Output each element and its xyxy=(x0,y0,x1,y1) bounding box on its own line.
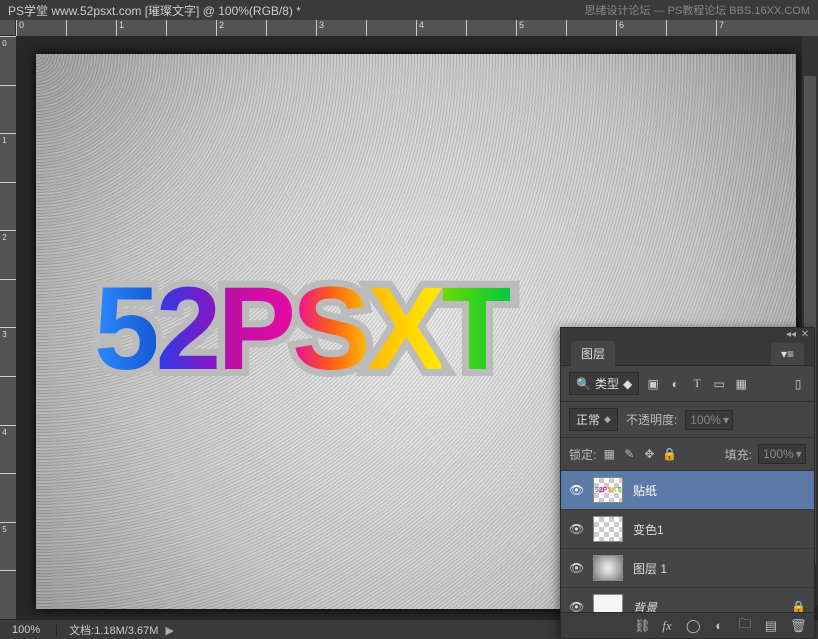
filter-type-label: 类型 xyxy=(595,375,619,392)
document-info[interactable]: 文档:1.18M/3.67M ▶ xyxy=(57,622,186,638)
layer-row[interactable]: 👁 图层 1 xyxy=(561,549,814,588)
panel-tab-row: 图层 ▾≡ xyxy=(561,342,814,366)
search-icon: 🔍 xyxy=(576,377,591,391)
ruler-vertical[interactable]: 0 1 2 3 4 5 xyxy=(0,36,16,619)
eye-icon[interactable]: 👁 xyxy=(569,483,583,497)
filter-smart-icon[interactable]: ▦ xyxy=(733,376,749,392)
layer-list: 👁 52PSXT 贴纸 👁 变色1 👁 图层 1 👁 背景 🔒 xyxy=(561,471,814,627)
filter-type-icon[interactable]: T xyxy=(689,376,705,392)
layer-thumbnail[interactable] xyxy=(593,555,623,581)
fill-label: 填充: xyxy=(725,446,752,463)
chevron-right-icon: ▶ xyxy=(165,625,173,637)
layer-thumbnail[interactable]: 52PSXT xyxy=(593,477,623,503)
fill-input[interactable]: 100%▾ xyxy=(758,444,806,464)
layer-filter-row: 🔍 类型 ◆ ▣ ◐ T ▭ ▦ ▯ xyxy=(561,366,814,402)
layer-row[interactable]: 👁 52PSXT 贴纸 xyxy=(561,471,814,510)
ruler-origin[interactable] xyxy=(0,20,16,36)
mask-icon[interactable]: ◯ xyxy=(686,618,700,634)
blend-row: 正常 ◆ 不透明度: 100%▾ xyxy=(561,402,814,438)
lock-row: 锁定: ▦ ✎ ✥ 🔒 填充: 100%▾ xyxy=(561,438,814,471)
filter-adjust-icon[interactable]: ◐ xyxy=(667,376,683,392)
panel-header-controls: ◂◂ ✕ xyxy=(561,328,814,342)
panel-collapse-icon[interactable]: ◂◂ xyxy=(786,330,796,340)
opacity-input[interactable]: 100%▾ xyxy=(685,410,733,430)
blend-mode-select[interactable]: 正常 ◆ xyxy=(569,408,618,431)
lock-label: 锁定: xyxy=(569,446,596,463)
chevron-down-icon: ◆ xyxy=(604,414,611,425)
layer-name[interactable]: 贴纸 xyxy=(633,482,657,499)
group-icon[interactable]: 🗀 xyxy=(738,615,752,637)
zoom-level[interactable]: 100% xyxy=(0,624,57,636)
lock-image-icon[interactable]: ✎ xyxy=(622,447,636,461)
chevron-down-icon: ◆ xyxy=(623,377,632,391)
panel-close-icon[interactable]: ✕ xyxy=(800,330,810,340)
layer-name[interactable]: 变色1 xyxy=(633,521,664,538)
document-title: PS学堂 www.52psxt.com [璀璨文字] @ 100%(RGB/8)… xyxy=(8,2,301,19)
eye-icon[interactable]: 👁 xyxy=(569,522,583,536)
trash-icon[interactable]: 🗑 xyxy=(790,618,804,634)
layer-thumbnail[interactable] xyxy=(593,516,623,542)
layers-panel[interactable]: ◂◂ ✕ 图层 ▾≡ 🔍 类型 ◆ ▣ ◐ T ▭ ▦ ▯ 正常 ◆ 不透明度:… xyxy=(560,327,815,639)
layers-panel-footer: ⛓ fx ◯ ◐ 🗀 ▤ 🗑 xyxy=(561,612,814,638)
layer-name[interactable]: 图层 1 xyxy=(633,560,667,577)
opacity-label: 不透明度: xyxy=(626,411,677,428)
blend-mode-value: 正常 xyxy=(576,411,600,428)
filter-shape-icon[interactable]: ▭ xyxy=(711,376,727,392)
lock-transparency-icon[interactable]: ▦ xyxy=(602,447,616,461)
layers-tab[interactable]: 图层 xyxy=(571,341,615,366)
lock-all-icon[interactable]: 🔒 xyxy=(662,447,676,461)
layer-row[interactable]: 👁 变色1 xyxy=(561,510,814,549)
watermark-text: 思绪设计论坛 — PS教程论坛 BBS.16XX.COM xyxy=(584,2,810,18)
eye-icon[interactable]: 👁 xyxy=(569,561,583,575)
adjustment-icon[interactable]: ◐ xyxy=(712,618,726,633)
filter-pixel-icon[interactable]: ▣ xyxy=(645,376,661,392)
filter-type-select[interactable]: 🔍 类型 ◆ xyxy=(569,372,639,395)
link-layers-icon[interactable]: ⛓ xyxy=(634,618,648,634)
filter-toggle[interactable]: ▯ xyxy=(790,376,806,392)
new-layer-icon[interactable]: ▤ xyxy=(764,618,778,634)
ruler-horizontal[interactable]: 0 1 2 3 4 5 6 7 xyxy=(16,20,818,36)
fx-icon[interactable]: fx xyxy=(660,618,674,634)
lock-position-icon[interactable]: ✥ xyxy=(642,447,656,461)
panel-menu-icon[interactable]: ▾≡ xyxy=(771,343,804,365)
title-bar: PS学堂 www.52psxt.com [璀璨文字] @ 100%(RGB/8)… xyxy=(0,0,818,20)
